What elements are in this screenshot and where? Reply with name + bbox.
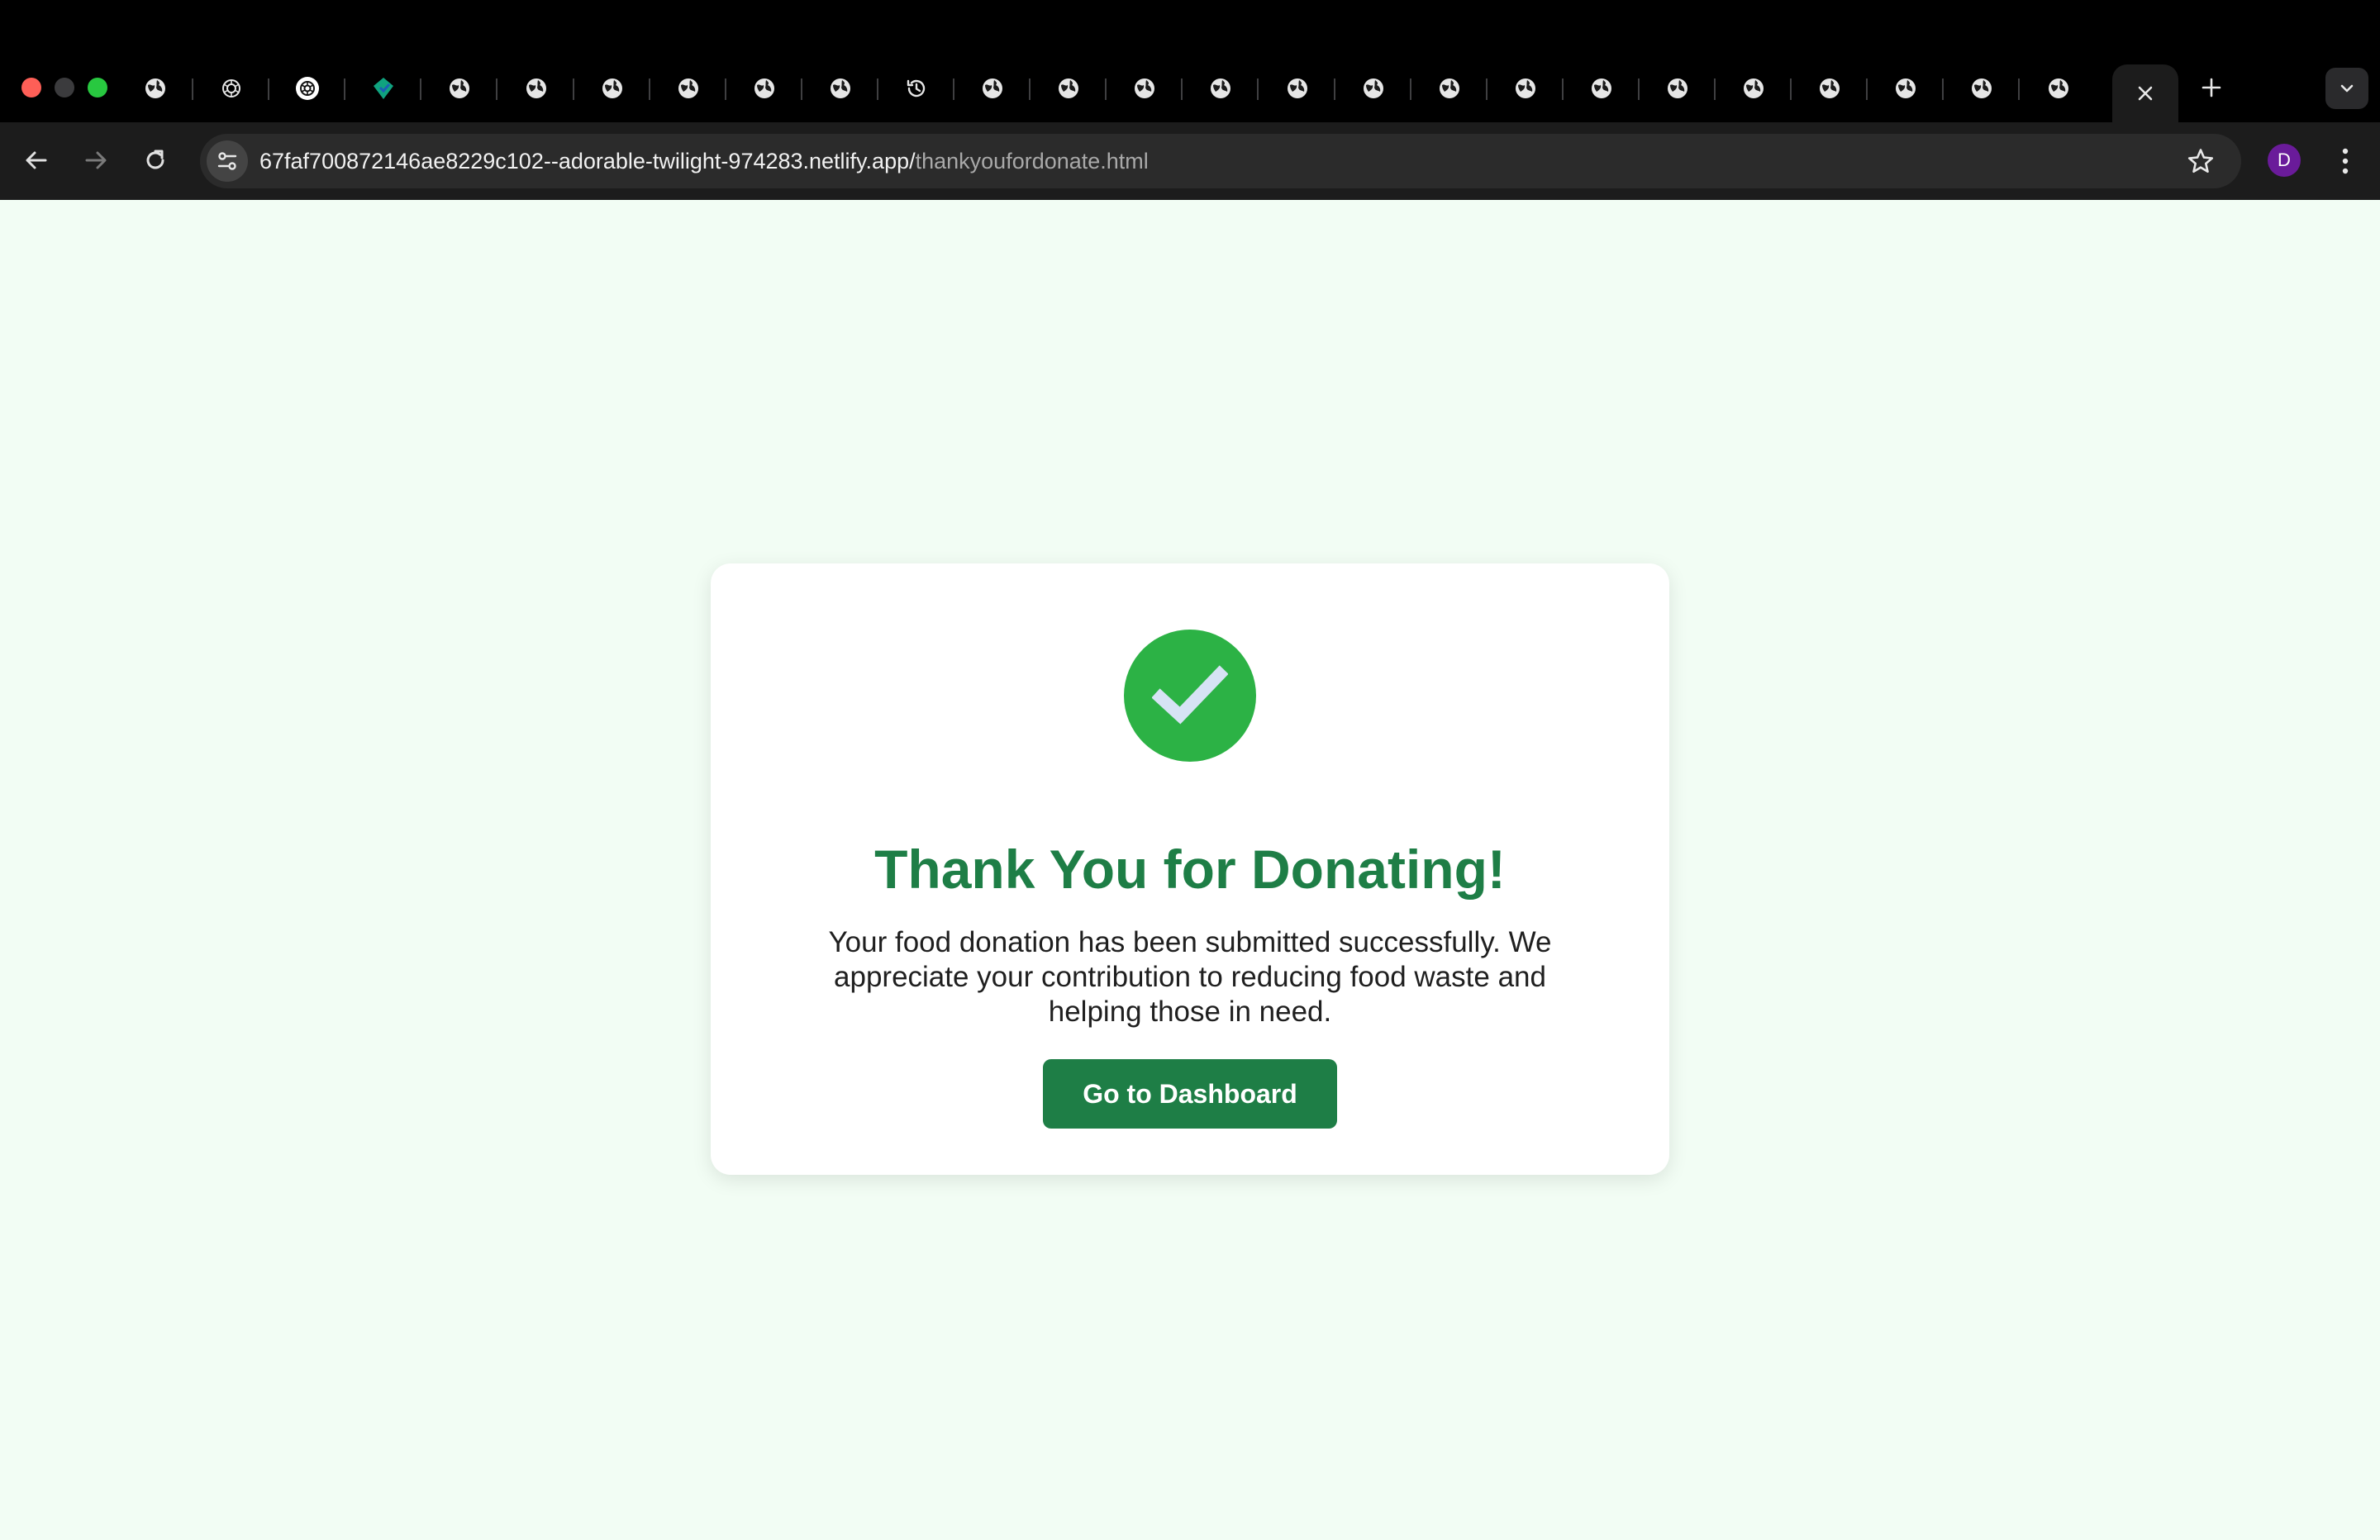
teal-app-icon [371, 76, 396, 101]
more-vert-icon [2342, 148, 2349, 174]
checkmark-icon [1152, 665, 1228, 725]
star-icon [2187, 149, 2214, 173]
globe-icon [1741, 76, 1766, 101]
tab[interactable] [345, 68, 422, 109]
system-menu-bar [0, 0, 2380, 53]
tab[interactable] [117, 68, 193, 109]
globe-icon [1208, 76, 1233, 101]
tab[interactable] [802, 68, 878, 109]
profile-avatar[interactable]: D [2268, 144, 2301, 177]
tab[interactable] [421, 68, 498, 109]
tab-search-button[interactable] [2325, 68, 2368, 109]
url-host: 67faf700872146ae8229c102--adorable-twili… [259, 149, 916, 173]
globe-icon [1513, 76, 1538, 101]
globe-icon [1361, 76, 1386, 101]
tab[interactable] [1868, 68, 1944, 109]
globe-icon [2046, 76, 2071, 101]
url-path: thankyoufordonate.html [915, 149, 1149, 173]
close-window-button[interactable] [21, 78, 41, 97]
tab[interactable] [1564, 68, 1640, 109]
tab[interactable] [1640, 68, 1716, 109]
forward-button[interactable] [79, 144, 112, 177]
arrow-right-icon [85, 151, 107, 169]
globe-icon [980, 76, 1005, 101]
globe-icon [1437, 76, 1462, 101]
globe-icon [1132, 76, 1157, 101]
tab[interactable] [1716, 68, 1792, 109]
tab-active[interactable] [2112, 64, 2178, 122]
go-to-dashboard-button[interactable]: Go to Dashboard [1043, 1059, 1337, 1129]
globe-icon [1285, 76, 1310, 101]
tab[interactable] [1944, 68, 2021, 109]
tune-icon [217, 152, 237, 170]
globe-icon [1056, 76, 1081, 101]
globe-icon [1969, 76, 1994, 101]
globe-icon [447, 76, 472, 101]
tab[interactable] [650, 68, 726, 109]
globe-icon [1665, 76, 1690, 101]
thank-you-card: Thank You for Donating! Your food donati… [711, 563, 1669, 1175]
tab[interactable] [1488, 68, 1564, 109]
openai-white-icon [295, 76, 320, 101]
tab[interactable] [498, 68, 574, 109]
bookmark-button[interactable] [2183, 144, 2218, 178]
tab[interactable] [1411, 68, 1488, 109]
site-info-button[interactable] [207, 140, 248, 182]
close-tab-icon[interactable] [2136, 84, 2154, 102]
page-title: Thank You for Donating! [874, 839, 1506, 900]
openai-icon [219, 76, 244, 101]
reload-icon [146, 150, 164, 169]
globe-icon [600, 76, 625, 101]
tab[interactable] [1259, 68, 1335, 109]
globe-icon [752, 76, 777, 101]
back-button[interactable] [20, 144, 53, 177]
globe-icon [828, 76, 853, 101]
new-tab-button[interactable] [2195, 71, 2228, 104]
success-badge [1124, 630, 1256, 762]
reload-button[interactable] [139, 144, 172, 177]
confirmation-message: Your food donation has been submitted su… [828, 926, 1552, 1028]
tab[interactable] [878, 68, 954, 109]
tab[interactable] [726, 68, 802, 109]
history-icon [904, 76, 929, 101]
arrow-left-icon [26, 151, 47, 169]
tab[interactable] [574, 68, 650, 109]
tab[interactable] [193, 68, 270, 109]
plus-icon [2202, 78, 2221, 97]
tab[interactable] [269, 68, 346, 109]
globe-icon [143, 76, 168, 101]
globe-icon [1893, 76, 1918, 101]
browser-menu-button[interactable] [2329, 144, 2362, 178]
globe-icon [1817, 76, 1842, 101]
tab[interactable] [2021, 68, 2097, 109]
globe-icon [524, 76, 549, 101]
globe-icon [1589, 76, 1614, 101]
zoom-window-button[interactable] [88, 78, 107, 97]
tab[interactable] [1335, 68, 1411, 109]
tab[interactable] [954, 68, 1031, 109]
minimize-window-button[interactable] [55, 78, 74, 97]
tab[interactable] [1107, 68, 1183, 109]
tab[interactable] [1031, 68, 1107, 109]
tab[interactable] [1183, 68, 1259, 109]
url-text[interactable]: 67faf700872146ae8229c102--adorable-twili… [259, 145, 1149, 177]
globe-icon [676, 76, 701, 101]
tab[interactable] [1792, 68, 1868, 109]
chevron-down-icon [2340, 84, 2354, 93]
